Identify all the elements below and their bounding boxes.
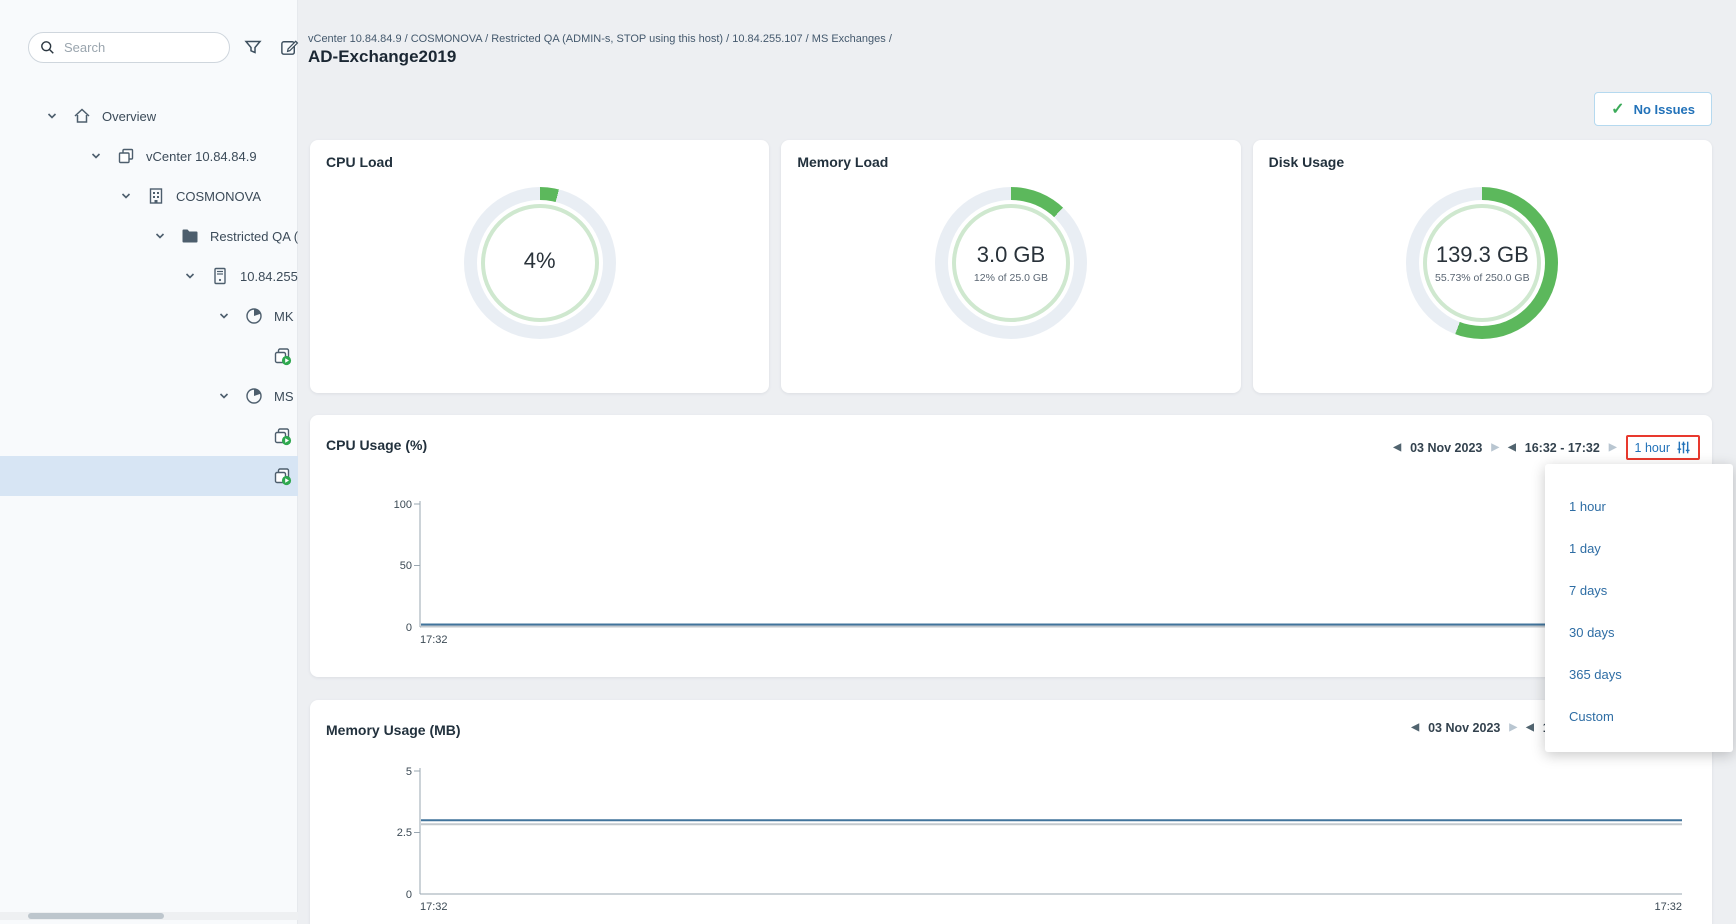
tree-item-folder[interactable]: Restricted QA (AD <box>0 216 298 256</box>
y-tick-label: 5 <box>406 766 412 778</box>
y-tick-label: 50 <box>400 560 412 572</box>
tree-item-datacenter[interactable]: COSMONOVA <box>0 176 298 216</box>
dropdown-option-30-days[interactable]: 30 days <box>1545 612 1733 654</box>
tree-item-label: vCenter 10.84.84.9 <box>146 149 257 164</box>
no-issues-button[interactable]: ✓ No Issues <box>1594 92 1712 126</box>
scrollbar-thumb[interactable] <box>28 913 164 919</box>
check-icon: ✓ <box>1611 99 1624 119</box>
navigation-tree: Overview vCenter 10.84.84.9 COSMONOVA Re… <box>0 96 298 496</box>
tree-item-label: Restricted QA (AD <box>210 229 298 244</box>
edit-icon[interactable] <box>279 37 300 63</box>
sidebar-horizontal-scrollbar[interactable] <box>0 912 298 920</box>
cpu-usage-chart-card: CPU Usage (%) ◀ 03 Nov 2023 ▶ ◀ 16:32 - … <box>310 415 1712 677</box>
tree-item-label: MS Exc <box>274 389 298 404</box>
tree-item-label: Overview <box>102 109 156 124</box>
tree-item-vm-ad-2-selected[interactable]: AD <box>0 456 298 496</box>
dropdown-option-365-days[interactable]: 365 days <box>1545 654 1733 696</box>
gauge-cards-row: CPU Load 4% Memory Load 3.0 GB 12% of 25… <box>310 140 1712 393</box>
memory-usage-chart: 5 2.5 0 17:32 17:32 <box>310 700 1712 924</box>
tree-item-vm-mh[interactable]: MH <box>0 336 298 376</box>
card-title: Memory Load <box>797 154 888 170</box>
chevron-down-icon[interactable] <box>90 150 104 162</box>
x-tick-label: 17:32 <box>1654 901 1682 913</box>
chevron-down-icon[interactable] <box>218 390 232 402</box>
resource-pool-icon <box>244 306 264 326</box>
tree-item-label: COSMONOVA <box>176 189 261 204</box>
x-tick-label: 17:32 <box>420 634 448 646</box>
gauge-subtitle: 12% of 25.0 GB <box>974 272 1048 284</box>
gauge-value: 4% <box>524 248 556 274</box>
chevron-down-icon[interactable] <box>120 190 134 202</box>
dropdown-option-1-day[interactable]: 1 day <box>1545 528 1733 570</box>
no-issues-label: No Issues <box>1634 102 1695 117</box>
page-title: AD-Exchange2019 <box>308 47 456 67</box>
disk-usage-gauge: 139.3 GB 55.73% of 250.0 GB <box>1406 187 1558 339</box>
chevron-down-icon[interactable] <box>184 270 198 282</box>
filter-icon[interactable] <box>243 37 263 62</box>
datacenter-icon <box>146 186 166 206</box>
chevron-down-icon[interactable] <box>46 110 60 122</box>
y-tick-label: 2.5 <box>397 827 412 839</box>
interval-dropdown-menu: 1 hour 1 day 7 days 30 days 365 days Cus… <box>1545 464 1733 752</box>
sidebar: Overview vCenter 10.84.84.9 COSMONOVA Re… <box>0 0 298 924</box>
chevron-down-icon[interactable] <box>218 310 232 322</box>
dropdown-option-1-hour[interactable]: 1 hour <box>1545 486 1733 528</box>
dropdown-option-7-days[interactable]: 7 days <box>1545 570 1733 612</box>
cpu-load-card: CPU Load 4% <box>310 140 769 393</box>
memory-usage-chart-card: Memory Usage (MB) ◀ 03 Nov 2023 ▶ ◀ 16:3… <box>310 700 1712 924</box>
search-input[interactable] <box>64 40 240 55</box>
y-tick-label: 0 <box>406 622 412 634</box>
dropdown-option-custom[interactable]: Custom <box>1545 696 1733 738</box>
card-title: Disk Usage <box>1269 154 1344 170</box>
vm-icon <box>272 466 292 486</box>
chevron-down-icon[interactable] <box>154 230 168 242</box>
gauge-value: 3.0 GB <box>977 242 1045 268</box>
disk-usage-card: Disk Usage 139.3 GB 55.73% of 250.0 GB <box>1253 140 1712 393</box>
gauge-subtitle: 55.73% of 250.0 GB <box>1435 272 1530 284</box>
x-tick-label: 17:32 <box>420 901 448 913</box>
sidebar-toolbar <box>0 0 298 78</box>
vm-icon <box>272 426 292 446</box>
folder-icon <box>180 226 200 246</box>
cpu-usage-chart: 100 50 0 17:32 <box>310 415 1712 677</box>
search-box[interactable] <box>28 32 230 63</box>
tree-item-overview[interactable]: Overview <box>0 96 298 136</box>
breadcrumb[interactable]: vCenter 10.84.84.9 / COSMONOVA / Restric… <box>308 33 892 45</box>
y-tick-label: 0 <box>406 889 412 901</box>
y-tick-label: 100 <box>394 499 412 511</box>
tree-item-label: MK <box>274 309 294 324</box>
search-icon <box>39 39 56 56</box>
tree-item-host[interactable]: 10.84.255.10 <box>0 256 298 296</box>
home-icon <box>72 106 92 126</box>
memory-load-card: Memory Load 3.0 GB 12% of 25.0 GB <box>781 140 1240 393</box>
gauge-value: 139.3 GB <box>1436 242 1529 268</box>
memory-load-gauge: 3.0 GB 12% of 25.0 GB <box>935 187 1087 339</box>
card-title: CPU Load <box>326 154 393 170</box>
tree-item-vm-ad-1[interactable]: AD <box>0 416 298 456</box>
app-root: Overview vCenter 10.84.84.9 COSMONOVA Re… <box>0 0 1736 924</box>
tree-item-resource-pool-ms-exchanges[interactable]: MS Exc <box>0 376 298 416</box>
vcenter-icon <box>116 146 136 166</box>
tree-item-vcenter[interactable]: vCenter 10.84.84.9 <box>0 136 298 176</box>
resource-pool-icon <box>244 386 264 406</box>
tree-item-resource-pool-mk[interactable]: MK <box>0 296 298 336</box>
vm-icon <box>272 346 292 366</box>
tree-item-label: 10.84.255.10 <box>240 269 298 284</box>
cpu-load-gauge: 4% <box>464 187 616 339</box>
host-icon <box>210 266 230 286</box>
